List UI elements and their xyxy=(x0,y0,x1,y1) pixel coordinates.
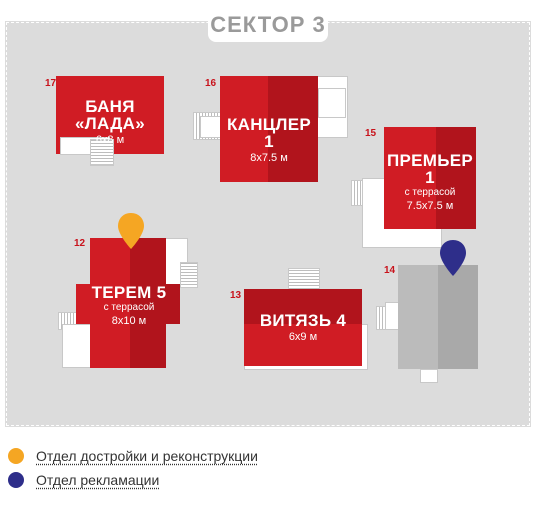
house-12-subtitle: с террасой xyxy=(103,302,155,313)
house-12-balcony-steps xyxy=(180,262,198,288)
house-15-label: ПРЕМЬЕР 1 с террасой 7.5x7.5 м xyxy=(384,152,476,212)
plot-number-13: 13 xyxy=(230,290,242,301)
legend-label-reconstruction[interactable]: Отдел достройки и реконструкции xyxy=(36,448,258,464)
house-12-label: ТЕРЕМ 5 с террасой 8x10 м xyxy=(88,284,170,327)
house-14-body-left xyxy=(398,265,438,369)
blue-pin-icon[interactable] xyxy=(438,238,468,278)
legend-label-complaints[interactable]: Отдел рекламации xyxy=(36,472,159,488)
orange-pin-icon[interactable] xyxy=(116,211,146,251)
house-15-size: 7.5x7.5 м xyxy=(406,200,454,212)
house-17-label: БАНЯ «ЛАДА» 6x8 м xyxy=(56,98,164,146)
house-16-label: КАНЦЛЕР 1 8x7.5 м xyxy=(220,116,318,164)
blue-dot-icon xyxy=(8,472,24,488)
plot-number-17: 17 xyxy=(45,78,57,89)
legend-item-complaints[interactable]: Отдел рекламации xyxy=(8,469,258,491)
house-17-name: БАНЯ «ЛАДА» xyxy=(75,97,145,133)
plot-number-16: 16 xyxy=(205,78,217,89)
house-14-body-right xyxy=(438,265,478,369)
house-15-name: ПРЕМЬЕР 1 xyxy=(386,151,474,187)
plot-number-14: 14 xyxy=(384,265,396,276)
plot-number-15: 15 xyxy=(365,128,377,139)
orange-dot-icon xyxy=(8,448,24,464)
sector-title: СЕКТОР 3 xyxy=(208,8,328,42)
house-13-name: ВИТЯЗЬ 4 xyxy=(259,311,347,330)
house-13-label: ВИТЯЗЬ 4 6x9 м xyxy=(244,312,362,343)
house-16-name: КАНЦЛЕР 1 xyxy=(226,115,312,151)
house-16-size: 8x7.5 м xyxy=(250,152,288,164)
house-15-subtitle: с террасой xyxy=(404,187,456,198)
house-16-side-ext xyxy=(318,88,346,118)
house-17-size: 6x8 м xyxy=(95,134,125,146)
house-12-name: ТЕРЕМ 5 xyxy=(91,283,167,302)
legend-item-reconstruction[interactable]: Отдел достройки и реконструкции xyxy=(8,445,258,467)
house-14-back-step xyxy=(420,369,438,383)
house-12-size: 8x10 м xyxy=(111,315,147,327)
legend: Отдел достройки и реконструкции Отдел ре… xyxy=(8,445,258,491)
plot-number-12: 12 xyxy=(74,238,86,249)
house-13-size: 6x9 м xyxy=(288,331,318,343)
